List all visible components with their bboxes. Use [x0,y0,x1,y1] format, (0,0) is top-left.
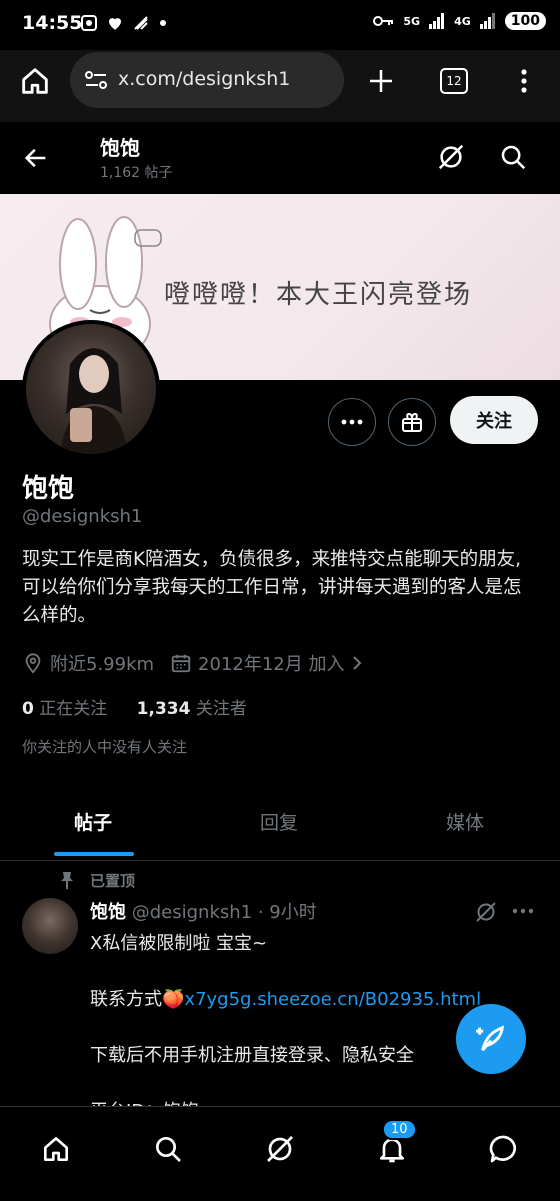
key-icon [373,16,394,26]
arrow-left-icon [24,148,46,168]
message-icon [489,1135,516,1163]
home-icon [44,1137,68,1161]
profile-tabs: 帖子 回复 媒体 [0,794,560,861]
back-button[interactable] [22,144,50,172]
profile-meta: 附近5.99km 2012年12月 加入 [22,650,364,676]
profile-handle: @designksh1 [22,506,143,527]
header-post-count: 1,162 帖子 [100,165,173,181]
url-bar[interactable]: x.com/designksh1 [70,52,344,108]
more-vertical-icon [521,69,527,93]
status-time: 14:55 [22,12,83,34]
profile-stats: 0 正在关注 1,334 关注者 [22,694,247,719]
heart-icon [109,18,121,30]
home-icon [22,68,48,94]
nav-search[interactable] [146,1127,190,1171]
post-link[interactable]: x7yg5g.sheezoe.cn/B02935.html [184,989,481,1010]
status-bar: 14:55 5G 4G 100 [0,0,560,50]
tab-replies[interactable]: 回复 [260,808,298,835]
gift-icon [402,412,422,432]
followers-link[interactable]: 1,334 关注者 [137,699,247,719]
grok-icon [438,144,464,170]
more-horizontal-icon [341,419,363,425]
network-4g-label: 4G [454,14,471,28]
post-line-1: X私信被限制啦 宝宝~ [90,933,268,954]
tab-posts[interactable]: 帖子 [74,808,112,835]
location-icon [25,653,41,674]
post-avatar[interactable] [22,898,78,954]
more-options-button[interactable] [328,398,376,446]
tab-media[interactable]: 媒体 [446,808,484,835]
pin-icon [61,872,73,889]
compose-feather-icon [476,1025,505,1052]
grok-icon [476,902,496,922]
following-count: 0 [22,699,34,719]
post-contact-prefix: 联系方式🍑 [90,989,185,1010]
status-left-icons [80,14,168,32]
cell-signal-2-icon [479,13,495,29]
more-horizontal-icon [512,908,534,914]
calendar-icon [171,654,191,673]
browser-menu-button[interactable] [514,66,534,96]
followers-you-know[interactable]: 你关注的人中没有人关注 [22,736,187,757]
grok-icon [267,1136,293,1162]
profile-bio: 现实工作是商K陪酒女，负债很多，来推特交点能聊天的朋友,可以给你们分享我每天的工… [22,549,522,626]
pinned-label: 已置顶 [90,872,136,890]
post-handle-time: @designksh1 · 9小时 [131,902,317,923]
header-name: 饱饱 [100,136,140,160]
bottom-navigation: 10 [0,1106,560,1201]
grok-button[interactable] [436,142,466,172]
home-button[interactable] [18,64,54,100]
profile-top-bar: 饱饱 1,162 帖子 [0,122,560,194]
signal-slash-icon [134,16,148,30]
post-line-2: 联系方式🍑x7yg5g.sheezoe.cn/B02935.html [90,986,530,1014]
nav-grok[interactable] [258,1127,302,1171]
post-author-name[interactable]: 饱饱 [90,902,126,923]
tab-switcher-button[interactable]: 12 [440,68,468,94]
following-link[interactable]: 0 正在关注 [22,699,107,719]
profile-name: 饱饱 [22,474,75,504]
post-header: 饱饱 @designksh1 · 9小时 [90,898,317,924]
following-label: 正在关注 [39,699,108,719]
nav-messages[interactable] [482,1127,526,1171]
battery-indicator: 100 [504,12,546,30]
profile-avatar[interactable] [22,320,160,458]
banner-text: 噔噔噔！本大王闪亮登场 [164,280,473,310]
url-text[interactable]: x.com/designksh1 [118,68,290,90]
compose-post-button[interactable] [456,1004,526,1074]
follow-button[interactable]: 关注 [450,396,538,444]
followers-label: 关注者 [195,699,247,719]
browser-toolbar: x.com/designksh1 12 [0,50,560,122]
plus-icon [370,70,392,92]
cell-signal-icon [429,13,445,29]
profile-location: 附近5.99km [50,654,155,675]
chevron-right-icon[interactable] [350,654,364,672]
followers-count: 1,334 [136,699,191,719]
dot-icon [160,20,166,26]
site-settings-icon[interactable] [84,70,108,90]
profile-joined: 2012年12月 加入 [198,654,345,675]
nav-home[interactable] [34,1127,78,1171]
subscribe-gift-button[interactable] [388,398,436,446]
screenshot-icon [81,15,97,31]
active-tab-indicator [54,852,134,856]
notification-badge: 10 [382,1119,417,1140]
search-icon [501,145,526,170]
search-icon [156,1137,181,1162]
post-grok-button[interactable] [474,900,498,924]
status-right-icons: 5G 4G 100 [373,12,546,30]
search-button[interactable] [498,142,528,172]
network-5g-label: 5G [403,14,421,28]
new-tab-button[interactable] [366,66,396,96]
post-more-button[interactable] [512,908,534,914]
avatar-silhouette [60,348,128,454]
